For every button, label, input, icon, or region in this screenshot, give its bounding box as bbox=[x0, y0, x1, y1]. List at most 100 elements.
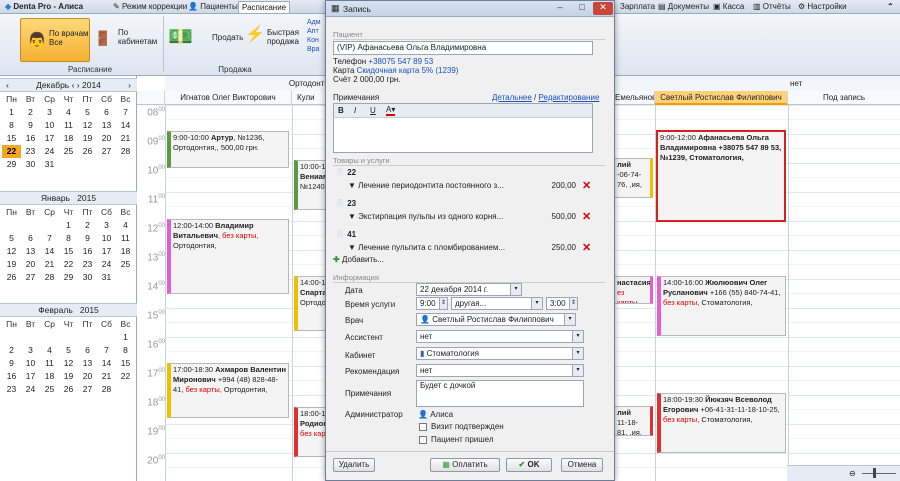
visit-confirmed-checkbox[interactable] bbox=[419, 423, 427, 431]
patient-field[interactable]: (VIP) Афанасьева Ольга Владимировна bbox=[333, 41, 593, 55]
calendar-day[interactable]: 4 bbox=[40, 344, 59, 357]
tab-cash[interactable]: ▣ Касса bbox=[710, 1, 747, 13]
calendar-day[interactable]: 16 bbox=[2, 370, 21, 383]
remove-service-icon[interactable]: ✕ bbox=[582, 212, 591, 223]
time-from-field[interactable]: 9:00 ⇕ bbox=[416, 297, 448, 310]
service-name[interactable]: ▼ Экстирпация пульпы из одного корня... bbox=[348, 212, 503, 221]
calendar-day[interactable]: 3 bbox=[97, 219, 116, 232]
calendar-day[interactable]: 23 bbox=[78, 258, 97, 271]
calendar-day[interactable]: 2 bbox=[78, 219, 97, 232]
calendar-day[interactable]: 11 bbox=[59, 119, 78, 132]
calendar-day[interactable]: 27 bbox=[97, 145, 116, 158]
patient-came-checkbox[interactable] bbox=[419, 436, 427, 444]
appointment-card[interactable]: 17:00-18:30 Ахмаров Валентин Миронович +… bbox=[167, 363, 289, 418]
calendar-day[interactable]: 30 bbox=[78, 271, 97, 284]
add-service-link[interactable]: ✚ Добавить... bbox=[333, 255, 384, 264]
calendar-day[interactable]: 9 bbox=[2, 357, 21, 370]
calendar-day[interactable]: 26 bbox=[78, 145, 97, 158]
calendar-day[interactable]: 26 bbox=[59, 383, 78, 396]
calendar-day[interactable]: 3 bbox=[40, 106, 59, 119]
card-link[interactable]: Скидочная карта 5% (1239) bbox=[357, 66, 459, 75]
calendar-day[interactable]: 19 bbox=[2, 258, 21, 271]
calendar-day[interactable]: 20 bbox=[97, 132, 116, 145]
date-field[interactable]: 22 декабря 2014 г. ▾ bbox=[416, 283, 522, 296]
calendar-day[interactable]: 16 bbox=[78, 245, 97, 258]
calendar-day[interactable]: 28 bbox=[116, 145, 135, 158]
tab-salary[interactable]: Зарплата bbox=[617, 1, 658, 13]
appointment-card[interactable]: настасия ез карты, bbox=[615, 276, 653, 304]
calendar-day[interactable]: 27 bbox=[21, 271, 40, 284]
appointment-card[interactable]: лий 11-18-81, ,ия, bbox=[615, 406, 653, 436]
calendar-day[interactable]: 15 bbox=[2, 132, 21, 145]
editing-link[interactable]: Редактирование bbox=[538, 93, 599, 102]
calendar-day[interactable]: 12 bbox=[2, 245, 21, 258]
calendar-day[interactable]: 23 bbox=[2, 383, 21, 396]
calendar-day[interactable]: 25 bbox=[40, 383, 59, 396]
calendar-day[interactable]: 2 bbox=[2, 344, 21, 357]
calendar-day[interactable]: 2 bbox=[21, 106, 40, 119]
phone-link[interactable]: +38075 547 89 53 bbox=[368, 57, 433, 66]
assistant-select[interactable]: нет ▾ bbox=[416, 330, 584, 343]
collapse-ribbon-icon[interactable]: ⌃ bbox=[884, 1, 897, 13]
doctor-select[interactable]: 👤 Светлый Ростислав Филиппович ▾ bbox=[416, 313, 576, 326]
appointment-card[interactable]: 12:00-14:00 Владимир Витальевич, без кар… bbox=[167, 219, 289, 294]
calendar-day[interactable]: 4 bbox=[59, 106, 78, 119]
calendar-day[interactable]: 24 bbox=[97, 258, 116, 271]
chevron-down-icon[interactable]: ▾ bbox=[572, 348, 583, 359]
calendar-day[interactable]: 26 bbox=[2, 271, 21, 284]
calendar-december[interactable]: Пн Вт Ср Чт Пт Сб Вс 1 2 3 4 5 6 7 8 9 10 11 12 13 14 15 16 17 1… bbox=[2, 93, 135, 171]
delete-button[interactable]: Удалить bbox=[333, 458, 375, 472]
calendar-day[interactable]: 7 bbox=[40, 232, 59, 245]
tab-patients[interactable]: 👤 Пациенты bbox=[185, 1, 241, 13]
column-header-walkin[interactable]: Под запись bbox=[788, 91, 900, 105]
calendar-day[interactable]: 22 bbox=[2, 145, 21, 158]
calendar-day[interactable]: 22 bbox=[116, 370, 135, 383]
calendar-day[interactable]: 6 bbox=[78, 344, 97, 357]
calendar-day[interactable]: 7 bbox=[116, 106, 135, 119]
notes-editor[interactable]: B I U A▾ bbox=[333, 103, 593, 153]
maximize-icon[interactable]: □ bbox=[572, 2, 592, 15]
calendar-day[interactable]: 31 bbox=[40, 158, 59, 171]
stepper-icon[interactable]: ⇕ bbox=[439, 298, 447, 309]
calendar-day[interactable]: 10 bbox=[40, 119, 59, 132]
column-header-doctor-3[interactable]: Емельянов bbox=[615, 91, 655, 105]
calendar-day[interactable]: 9 bbox=[21, 119, 40, 132]
column-header-doctor-1[interactable]: Игнатов Олег Викторович bbox=[165, 91, 292, 105]
calendar-day[interactable]: 29 bbox=[59, 271, 78, 284]
calendar-day[interactable]: 18 bbox=[116, 245, 135, 258]
calendar-february[interactable]: Пн Вт Ср Чт Пт Сб Вс 1 2 3 4 5 6 7 8 9 10 11 12 13 14 15 16 17 1… bbox=[2, 318, 135, 396]
chevron-down-icon[interactable]: ▾ bbox=[572, 365, 583, 376]
calendar-day[interactable]: 17 bbox=[97, 245, 116, 258]
calendar-day[interactable]: 1 bbox=[116, 331, 135, 344]
calendar-day[interactable]: 21 bbox=[40, 258, 59, 271]
calendar-day[interactable]: 19 bbox=[59, 370, 78, 383]
remove-service-icon[interactable]: ✕ bbox=[582, 243, 591, 254]
detailed-link[interactable]: Детальнее bbox=[492, 93, 532, 102]
appointment-card[interactable]: лий -06-74-76, ,ия, bbox=[615, 158, 653, 198]
calendar-day[interactable]: 5 bbox=[2, 232, 21, 245]
tab-settings[interactable]: ⚙ Настройки bbox=[795, 1, 850, 13]
calendar-day[interactable]: 1 bbox=[2, 106, 21, 119]
calendar-day[interactable]: 23 bbox=[21, 145, 40, 158]
calendar-day[interactable]: 12 bbox=[78, 119, 97, 132]
calendar-day[interactable]: 15 bbox=[59, 245, 78, 258]
remove-service-icon[interactable]: ✕ bbox=[582, 181, 591, 192]
calendar-day[interactable]: 31 bbox=[97, 271, 116, 284]
calendar-day[interactable]: 18 bbox=[59, 132, 78, 145]
by-cabinet-button[interactable]: 🚪 По кабинетам bbox=[92, 18, 158, 62]
calendar-day[interactable]: 8 bbox=[2, 119, 21, 132]
calendar-day[interactable]: 3 bbox=[21, 344, 40, 357]
bold-icon[interactable]: B bbox=[338, 106, 344, 115]
ok-button[interactable]: ✔ OK bbox=[506, 458, 552, 472]
chevron-down-icon[interactable]: ▾ bbox=[510, 284, 521, 295]
calendar-day[interactable]: 17 bbox=[40, 132, 59, 145]
italic-icon[interactable]: I bbox=[354, 106, 356, 115]
calendar-day[interactable]: 21 bbox=[97, 370, 116, 383]
time-type-select[interactable]: другая... ▾ bbox=[451, 297, 543, 310]
calendar-day[interactable]: 18 bbox=[40, 370, 59, 383]
calendar-day[interactable]: 29 bbox=[2, 158, 21, 171]
appointment-card[interactable]: 9:00-10:00 Артур, №1236, Ортодонтия,, 50… bbox=[167, 131, 289, 168]
sell-button[interactable]: 💵 Продать bbox=[168, 22, 243, 52]
calendar-day[interactable]: 7 bbox=[97, 344, 116, 357]
cabinet-select[interactable]: ▮ Стоматология ▾ bbox=[416, 347, 584, 360]
